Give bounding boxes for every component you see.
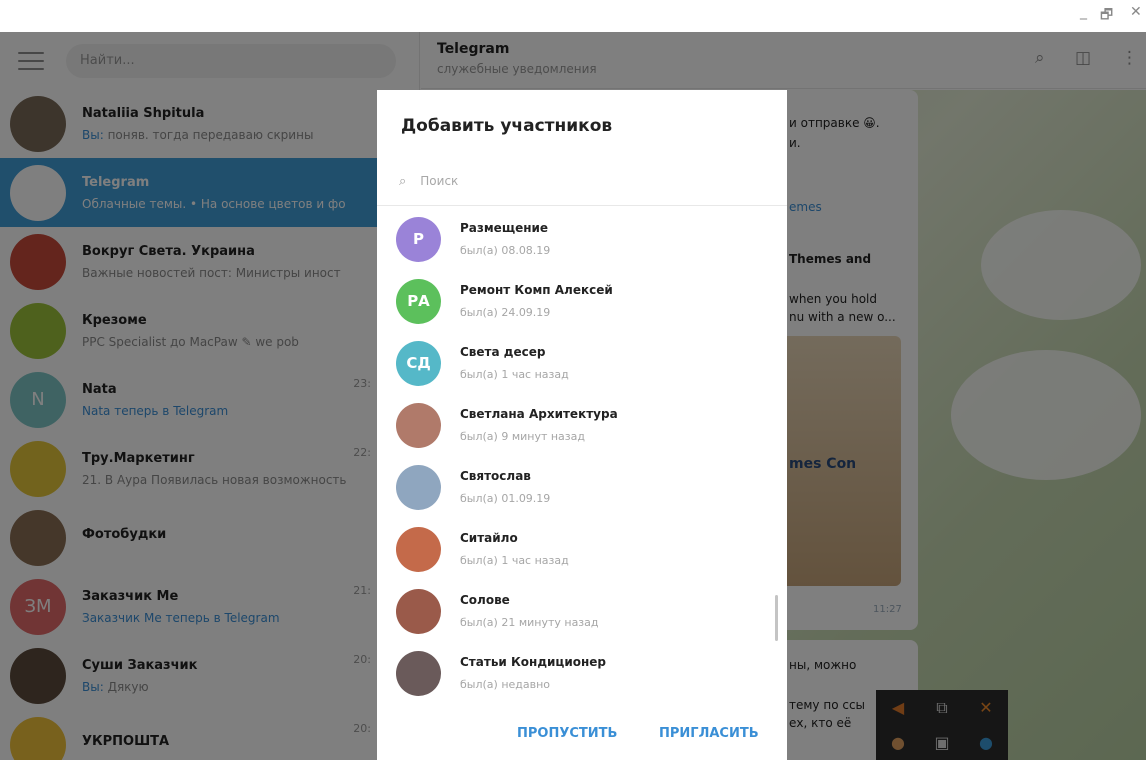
contact-avatar [396, 650, 441, 696]
contact-text: Ремонт Комп Алексей был(а) 24.09.19 [460, 283, 613, 319]
contact-status: был(а) 1 час назад [460, 554, 569, 567]
contact-status: был(а) 01.09.19 [460, 492, 551, 505]
dialog-search: ⌕ [399, 170, 779, 192]
contact-row[interactable]: Светлана Архитектура был(а) 9 минут назад [377, 394, 775, 456]
contact-text: Святослав был(а) 01.09.19 [460, 469, 550, 505]
contact-row[interactable]: Ситайло был(а) 1 час назад [377, 518, 775, 580]
contact-text: Ситайло был(а) 1 час назад [460, 531, 569, 567]
dialog-title: Добавить участников [401, 116, 613, 136]
contact-row[interactable]: Статьи Кондиционер был(а) недавно [377, 642, 775, 704]
contact-name: Света десер [460, 345, 546, 359]
window-titlebar: _ 🗗 ✕ [0, 0, 1146, 32]
contact-row[interactable]: РА Ремонт Комп Алексей был(а) 24.09.19 [377, 270, 775, 332]
scrollbar[interactable] [775, 595, 778, 641]
contact-name: Светлана Архитектура [460, 407, 618, 421]
contact-avatar [396, 526, 441, 572]
invite-button[interactable]: ПРИГЛАСИТЬ [659, 726, 759, 741]
add-members-dialog: Добавить участников ⌕ Р Размещение был(а) … [377, 90, 787, 760]
contact-row[interactable]: Святослав был(а) 01.09.19 [377, 456, 775, 518]
contact-name: Ситайло [460, 531, 518, 545]
search-icon: ⌕ [399, 173, 407, 189]
contact-status: был(а) 08.08.19 [460, 244, 551, 257]
contact-avatar: Р [396, 216, 441, 262]
dialog-footer: ПРОПУСТИТЬ ПРИГЛАСИТЬ [377, 710, 787, 760]
contact-status: был(а) 21 минуту назад [460, 616, 599, 629]
contact-avatar: РА [396, 278, 441, 324]
contact-avatar [396, 402, 441, 448]
skip-button[interactable]: ПРОПУСТИТЬ [517, 726, 617, 741]
contact-avatar [396, 588, 441, 634]
maximize-icon[interactable]: 🗗 [1100, 4, 1113, 28]
contact-text: Света десер был(а) 1 час назад [460, 345, 569, 381]
contact-name: Размещение [460, 221, 549, 235]
contact-name: Святослав [460, 469, 531, 483]
contact-row[interactable]: СД Света десер был(а) 1 час назад [377, 332, 775, 394]
contact-row[interactable]: Р Размещение был(а) 08.08.19 [377, 208, 775, 270]
close-icon[interactable]: ✕ [1130, 4, 1142, 20]
contact-text: Статьи Кондиционер был(а) недавно [460, 655, 606, 691]
contact-text: Светлана Архитектура был(а) 9 минут назад [460, 407, 618, 443]
contact-status: был(а) недавно [460, 678, 551, 691]
contact-status: был(а) 24.09.19 [460, 306, 551, 319]
contact-name: Статьи Кондиционер [460, 655, 606, 669]
contact-row[interactable]: Солове был(а) 21 минуту назад [377, 580, 775, 642]
contact-name: Солове [460, 593, 510, 607]
contact-status: был(а) 1 час назад [460, 368, 569, 381]
contact-avatar: СД [396, 340, 441, 386]
contact-search-input[interactable] [420, 174, 721, 188]
contact-text: Солове был(а) 21 минуту назад [460, 593, 599, 629]
contact-list: Р Размещение был(а) 08.08.19 РА Ремонт Комп … [377, 208, 775, 708]
contact-status: был(а) 9 минут назад [460, 430, 585, 443]
contact-text: Размещение был(а) 08.08.19 [460, 221, 550, 257]
contact-avatar [396, 464, 441, 510]
divider [377, 205, 787, 206]
contact-name: Ремонт Комп Алексей [460, 283, 613, 297]
minimize-icon[interactable]: _ [1080, 4, 1087, 20]
